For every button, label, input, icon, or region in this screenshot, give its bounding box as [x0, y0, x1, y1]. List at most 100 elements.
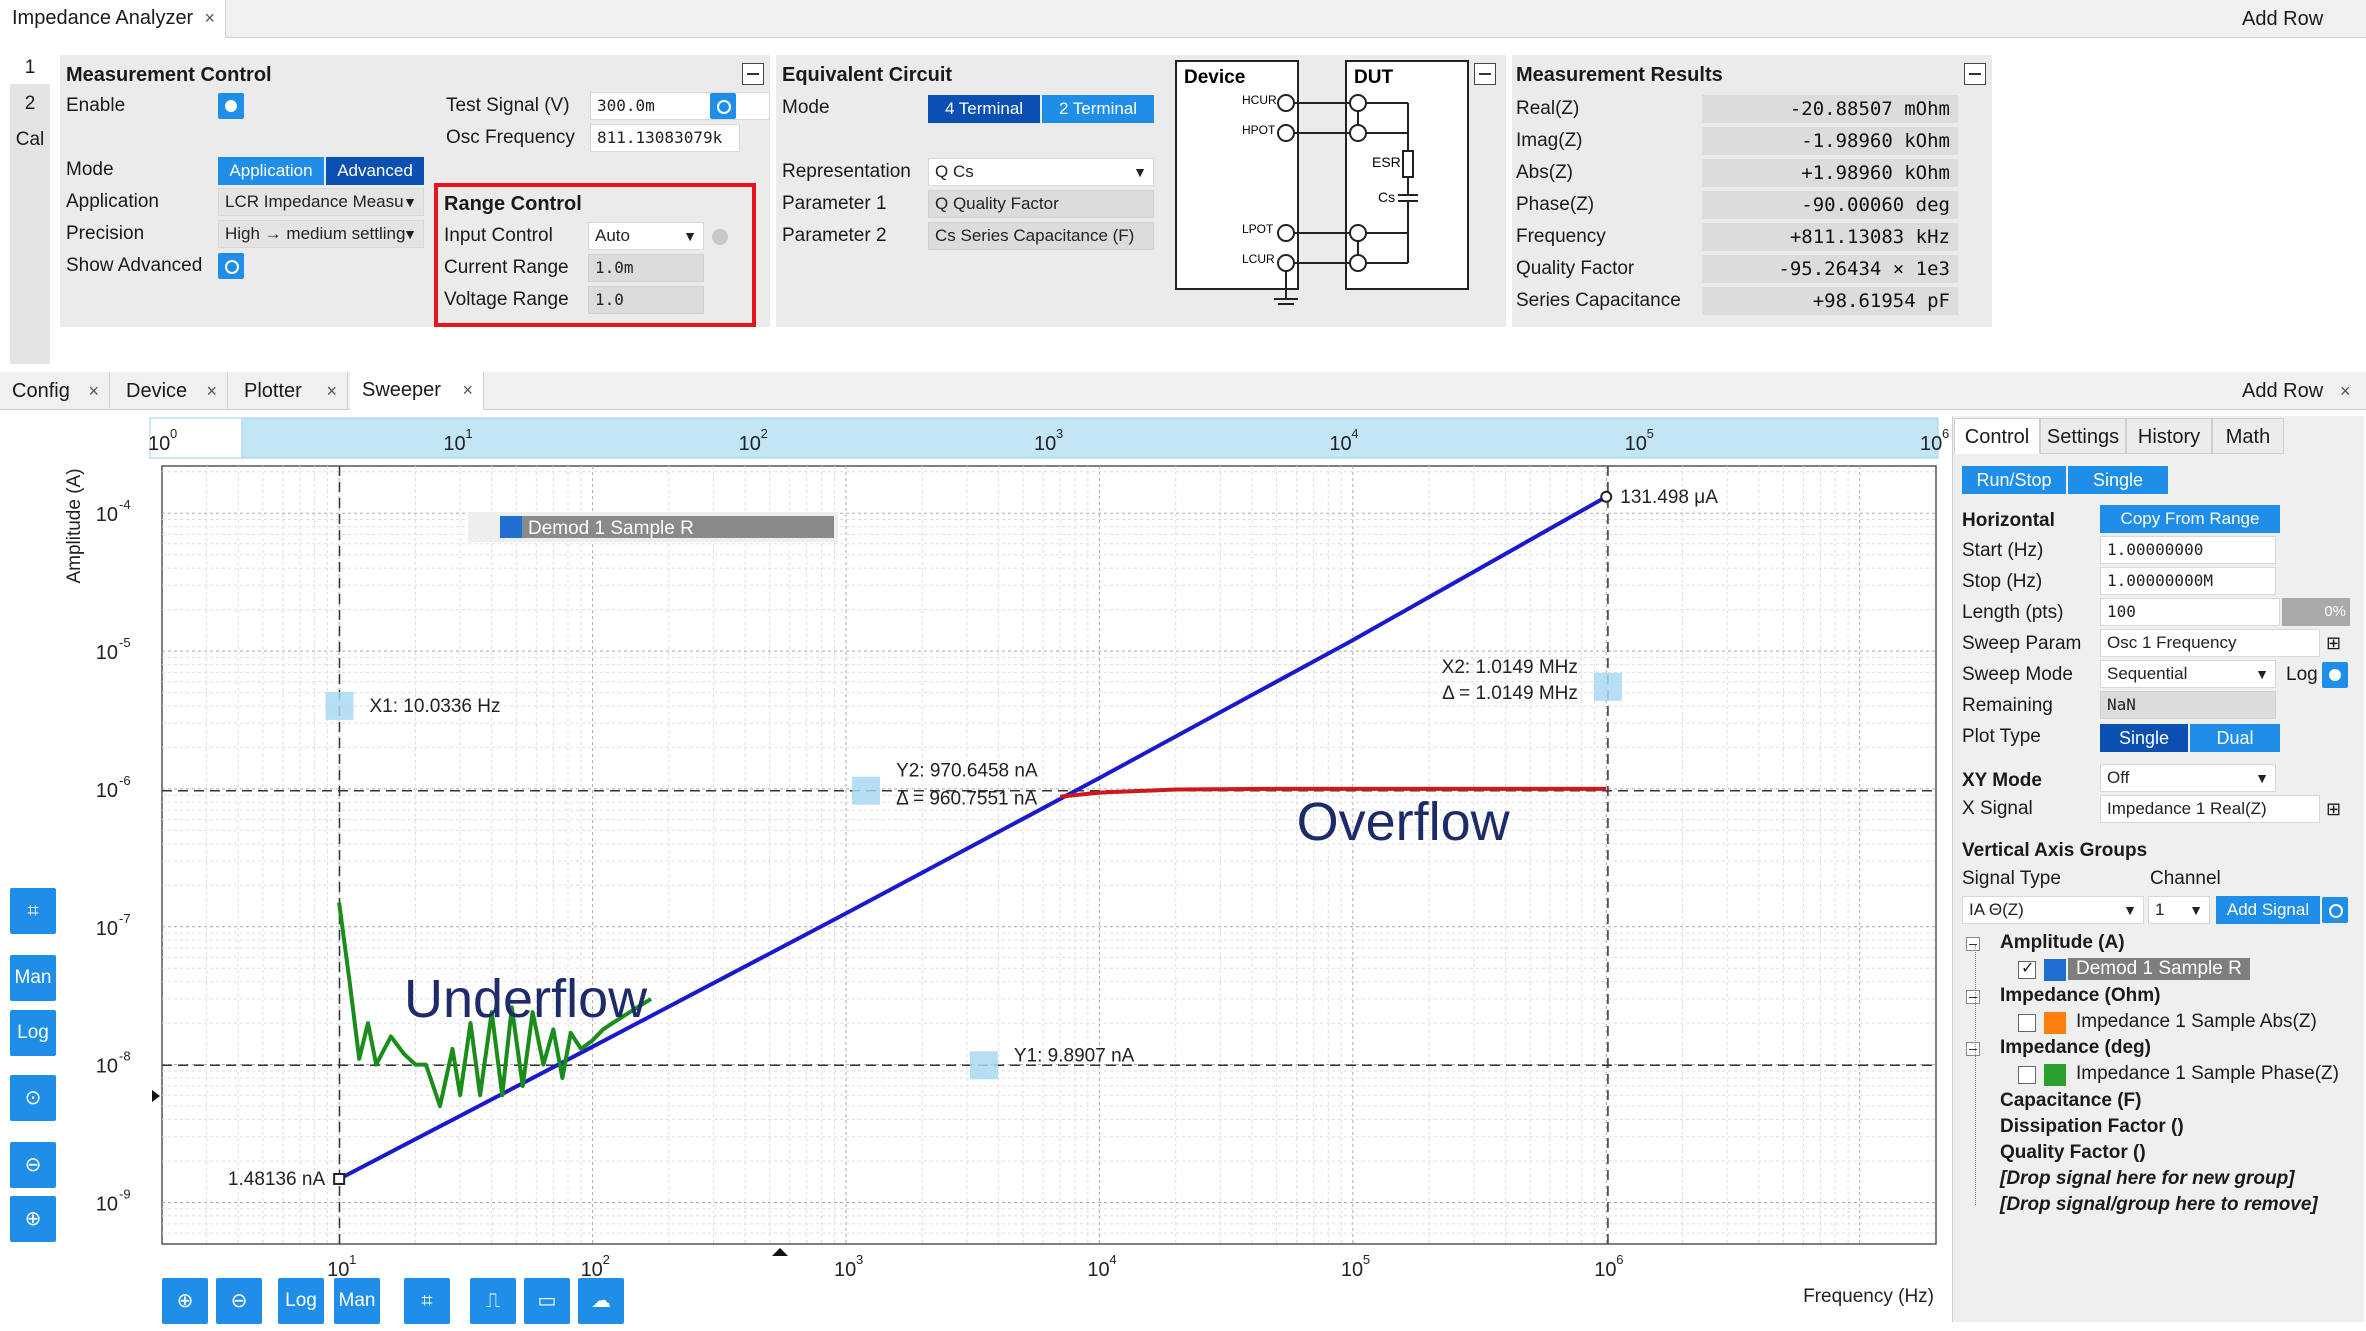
tab-config[interactable]: Config ×: [0, 372, 110, 410]
dut-label: DUT: [1354, 67, 1393, 88]
sweep-mode-select[interactable]: Sequential ▼: [2100, 660, 2276, 688]
x-signal-field[interactable]: Impedance 1 Real(Z): [2100, 795, 2320, 823]
add-signal-button[interactable]: Add Signal: [2216, 896, 2320, 924]
log-toggle[interactable]: [2322, 662, 2348, 688]
parameter-2-field: Cs Series Capacitance (F): [928, 222, 1154, 250]
drop-remove-target[interactable]: [Drop signal/group here to remove]: [2000, 1194, 2318, 1216]
y-tick-label: 10: [96, 642, 118, 664]
precision-select[interactable]: High → medium settling ▼: [218, 220, 424, 248]
close-icon[interactable]: ×: [462, 380, 473, 401]
test-signal-input[interactable]: 300.0m: [590, 92, 770, 120]
man-scale-button[interactable]: Man: [10, 955, 56, 1001]
close-icon[interactable]: ×: [206, 381, 217, 402]
collapse-icon[interactable]: [1966, 990, 1980, 1004]
tab-plotter[interactable]: Plotter ×: [232, 372, 348, 410]
stop-input[interactable]: 1.00000000M: [2100, 567, 2276, 595]
tab-control[interactable]: Control: [1954, 418, 2040, 454]
side-tab-2[interactable]: 2: [10, 88, 50, 120]
sweeper-plot[interactable]: 10 0 10 1 10 2 10 3 10 4 10 5 10 610 1 10 2 10 3 10 4 10 5 10 61…: [0, 410, 1950, 1331]
group-capacitance[interactable]: Capacitance (F): [2000, 1090, 2141, 1112]
signal-type-select[interactable]: IA Θ(Z) ▼: [1962, 896, 2144, 924]
add-row-button[interactable]: Add Row: [2242, 372, 2323, 410]
cursor-mode-icon[interactable]: ⌗: [10, 888, 56, 934]
group-amplitude[interactable]: Amplitude (A): [2000, 932, 2125, 954]
minimize-icon[interactable]: [1474, 63, 1496, 85]
zoom-fit-icon[interactable]: ⊙: [10, 1075, 56, 1121]
cursor-mode-icon[interactable]: ⌗: [404, 1278, 450, 1324]
result-value: +98.61954 pF: [1702, 287, 1958, 315]
xy-mode-select[interactable]: Off ▼: [2100, 764, 2276, 792]
show-advanced-toggle[interactable]: [218, 253, 244, 279]
cursor-handle[interactable]: [325, 691, 354, 720]
mode-application-button[interactable]: Application: [218, 157, 324, 185]
tree-select-icon[interactable]: ⊞: [2326, 799, 2341, 820]
channel-select[interactable]: 1 ▼: [2148, 896, 2210, 924]
signal-checkbox-checked[interactable]: ✓: [2018, 960, 2036, 979]
mode-2-terminal-button[interactable]: 2 Terminal: [1042, 95, 1154, 123]
enable-toggle[interactable]: [218, 93, 244, 119]
representation-select[interactable]: Q Cs ▼: [928, 158, 1154, 186]
signal-item-phase-z[interactable]: Impedance 1 Sample Phase(Z): [2076, 1063, 2339, 1085]
log-scale-button[interactable]: Log: [278, 1278, 324, 1324]
signal-item-demod-r[interactable]: Demod 1 Sample R: [2068, 958, 2250, 980]
tab-history[interactable]: History: [2126, 418, 2212, 454]
overview-tick-exponent: 0: [170, 426, 177, 441]
copy-from-range-button[interactable]: Copy From Range: [2100, 505, 2280, 533]
group-quality-factor[interactable]: Quality Factor (): [2000, 1142, 2146, 1164]
side-tab-cal[interactable]: Cal: [10, 124, 50, 156]
cursor-handle[interactable]: [1593, 672, 1622, 701]
tree-select-icon[interactable]: [2322, 897, 2348, 923]
log-scale-button[interactable]: Log: [10, 1010, 56, 1056]
export-data-icon[interactable]: ⎍: [470, 1278, 516, 1324]
collapse-icon[interactable]: [1966, 1042, 1980, 1056]
signal-item-abs-z[interactable]: Impedance 1 Sample Abs(Z): [2076, 1011, 2317, 1033]
run-stop-button[interactable]: Run/Stop: [1962, 466, 2066, 494]
overview-tick-exponent: 2: [761, 426, 768, 441]
close-icon[interactable]: ×: [326, 381, 337, 402]
tab-impedance-analyzer[interactable]: Impedance Analyzer ×: [0, 0, 226, 38]
zoom-out-icon[interactable]: ⊖: [216, 1278, 262, 1324]
plot-area[interactable]: [161, 465, 1937, 1245]
plot-single-button[interactable]: Single: [2100, 724, 2188, 752]
close-icon[interactable]: ×: [88, 381, 99, 402]
plot-dual-button[interactable]: Dual: [2190, 724, 2280, 752]
tab-sweeper[interactable]: Sweeper ×: [350, 372, 484, 410]
input-control-value: Auto: [595, 226, 630, 245]
side-tab-1[interactable]: 1: [10, 52, 50, 84]
cursor-x2-delta-label: Δ = 1.0149 MHz: [1442, 683, 1578, 704]
sweep-param-field[interactable]: Osc 1 Frequency: [2100, 629, 2320, 657]
cursor-handle[interactable]: [969, 1051, 998, 1080]
group-dissipation-factor[interactable]: Dissipation Factor (): [2000, 1116, 2184, 1138]
input-control-select[interactable]: Auto ▼: [588, 222, 704, 250]
osc-frequency-input[interactable]: 811.13083079k: [590, 124, 740, 152]
mode-advanced-button[interactable]: Advanced: [326, 157, 424, 185]
cloud-upload-icon[interactable]: ☁: [578, 1278, 624, 1324]
group-impedance-ohm[interactable]: Impedance (Ohm): [2000, 985, 2160, 1007]
minimize-icon[interactable]: [742, 63, 764, 85]
close-icon[interactable]: ×: [204, 8, 215, 29]
tree-select-icon[interactable]: ⊞: [2326, 633, 2341, 654]
close-icon[interactable]: ×: [2340, 372, 2351, 410]
tab-settings[interactable]: Settings: [2040, 418, 2126, 454]
zoom-in-icon[interactable]: ⊕: [10, 1196, 56, 1242]
tab-math[interactable]: Math: [2212, 418, 2284, 454]
tab-device[interactable]: Device ×: [114, 372, 228, 410]
signal-checkbox[interactable]: [2018, 1066, 2036, 1084]
single-button[interactable]: Single: [2068, 466, 2168, 494]
folder-icon[interactable]: ▭: [524, 1278, 570, 1324]
group-impedance-deg[interactable]: Impedance (deg): [2000, 1037, 2151, 1059]
test-signal-enable-toggle[interactable]: [710, 93, 736, 119]
collapse-icon[interactable]: [1966, 937, 1980, 951]
add-row-button[interactable]: Add Row: [2242, 0, 2323, 38]
drop-new-group-target[interactable]: [Drop signal here for new group]: [2000, 1168, 2295, 1190]
cursor-handle[interactable]: [852, 776, 881, 805]
mode-4-terminal-button[interactable]: 4 Terminal: [928, 95, 1040, 123]
minimize-icon[interactable]: [1964, 63, 1986, 85]
length-input[interactable]: 100: [2100, 598, 2280, 626]
man-scale-button[interactable]: Man: [334, 1278, 380, 1324]
start-input[interactable]: 1.00000000: [2100, 536, 2276, 564]
zoom-out-icon[interactable]: ⊖: [10, 1142, 56, 1188]
application-select[interactable]: LCR Impedance Measu ▼: [218, 188, 424, 216]
zoom-in-icon[interactable]: ⊕: [162, 1278, 208, 1324]
signal-checkbox[interactable]: [2018, 1014, 2036, 1032]
